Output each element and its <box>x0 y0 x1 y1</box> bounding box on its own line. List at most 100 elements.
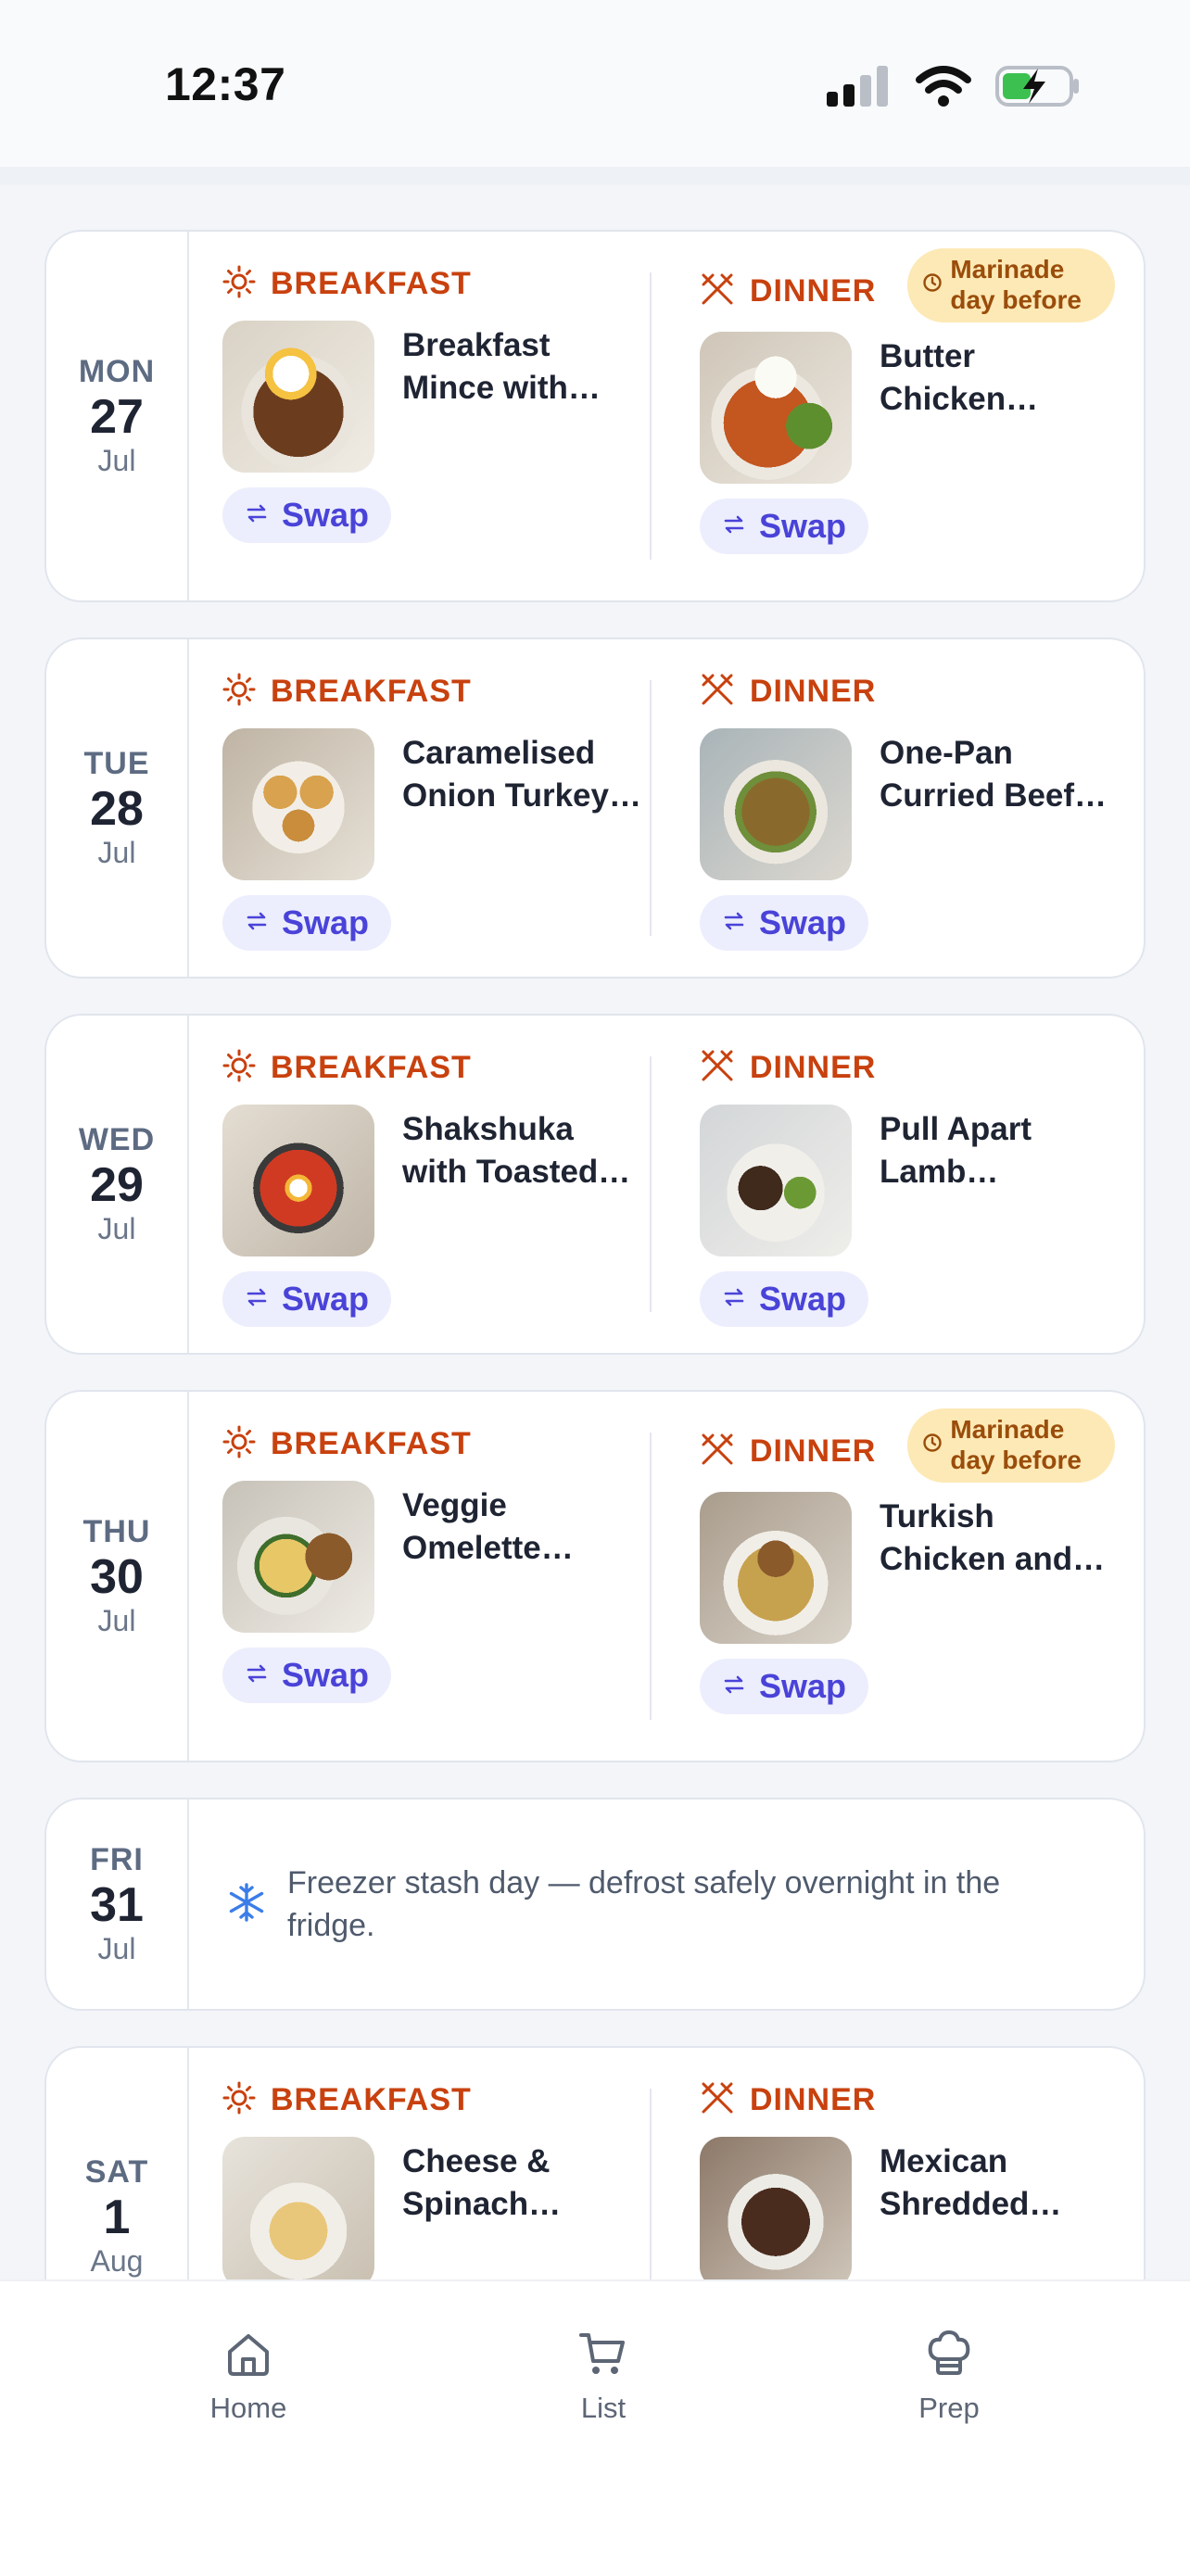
home-icon <box>222 2334 274 2383</box>
note-text: Freezer stash day — defrost safely overn… <box>287 1865 1001 1943</box>
swap-icon <box>722 1673 746 1701</box>
weekly-plan-list: MON 27 Jul BREAKFAST Breakfast Mince wit… <box>44 230 1146 2422</box>
header-separator <box>0 167 1190 185</box>
day-card: MON 27 Jul BREAKFAST Breakfast Mince wit… <box>44 230 1146 602</box>
recipe-thumbnail[interactable] <box>222 1105 374 1256</box>
swap-button[interactable]: Swap <box>700 1659 869 1714</box>
recipe-name[interactable]: Shakshuka with Toasted… <box>402 1108 643 1256</box>
utensils-icon <box>700 672 735 712</box>
day-card: TUE 28 Jul BREAKFAST Caramelised Onion T… <box>44 638 1146 979</box>
day-card: THU 30 Jul BREAKFAST Veggie Omelette… Sw… <box>44 1390 1146 1762</box>
recipe-thumbnail[interactable] <box>222 1481 374 1633</box>
tab-home[interactable]: Home <box>156 2328 341 2425</box>
tab-bar: Home List Prep <box>0 2279 1190 2576</box>
month: Jul <box>97 444 136 477</box>
sun-icon <box>222 2081 256 2119</box>
marinade-badge: Marinade day before <box>907 248 1116 322</box>
swap-icon <box>722 1285 746 1314</box>
swap-button[interactable]: Swap <box>700 1271 869 1327</box>
sun-icon <box>222 673 256 711</box>
recipe-name[interactable]: Veggie Omelette… <box>402 1484 643 1633</box>
day-of-week: SAT <box>84 2154 149 2190</box>
breakfast-slot: BREAKFAST Caramelised Onion Turkey… Swap <box>189 639 666 977</box>
wifi-icon <box>916 65 971 112</box>
swap-icon <box>722 909 746 938</box>
day-card: WED 29 Jul BREAKFAST Shakshuka with Toas… <box>44 1014 1146 1355</box>
tab-list[interactable]: List <box>511 2328 696 2425</box>
recipe-thumbnail[interactable] <box>700 1105 852 1256</box>
status-bar: 12:37 <box>0 0 1190 167</box>
swap-icon <box>245 909 269 938</box>
day-number: 1 <box>103 2191 131 2244</box>
recipe-thumbnail[interactable] <box>700 332 852 484</box>
dinner-slot: DINNER One-Pan Curried Beef… Swap <box>666 639 1144 977</box>
recipe-thumbnail[interactable] <box>700 1492 852 1644</box>
status-icons <box>827 65 1081 112</box>
meals: BREAKFAST Shakshuka with Toasted… Swap D… <box>189 1016 1144 1353</box>
cart-icon <box>577 2333 629 2383</box>
day-number: 31 <box>90 1878 144 1932</box>
meal-divider <box>650 680 652 936</box>
recipe-thumbnail[interactable] <box>700 728 852 880</box>
day-number: 28 <box>90 782 144 836</box>
meal-label: DINNER <box>750 673 877 709</box>
tab-label: Home <box>209 2392 287 2424</box>
meals: BREAKFAST Caramelised Onion Turkey… Swap <box>189 639 1144 977</box>
month: Jul <box>97 1932 136 1965</box>
meal-label: DINNER <box>750 1049 877 1085</box>
month: Jul <box>97 836 136 869</box>
chef-hat-icon <box>923 2330 975 2383</box>
meals: BREAKFAST Veggie Omelette… Swap DINNER M… <box>189 1392 1144 1761</box>
recipe-thumbnail[interactable] <box>222 2137 374 2289</box>
date-column: FRI 31 Jul <box>46 1799 189 2009</box>
swap-icon <box>245 501 269 530</box>
date-column: MON 27 Jul <box>46 232 189 600</box>
date-column: THU 30 Jul <box>46 1392 189 1761</box>
freezer-note: Freezer stash day — defrost safely overn… <box>189 1799 1121 2009</box>
day-of-week: FRI <box>90 1842 144 1877</box>
month: Jul <box>97 1604 136 1637</box>
swap-button[interactable]: Swap <box>700 895 869 951</box>
swap-button[interactable]: Swap <box>222 1648 392 1703</box>
recipe-thumbnail[interactable] <box>222 321 374 473</box>
meal-divider <box>650 1056 652 1312</box>
dinner-slot: DINNER Marinade day before Butter Chicke… <box>666 232 1144 600</box>
recipe-name[interactable]: Butter Chicken… <box>880 335 1120 484</box>
tab-label: List <box>580 2392 627 2424</box>
swap-icon <box>722 512 746 541</box>
signal-icon <box>827 66 892 111</box>
utensils-icon <box>700 1432 735 1471</box>
meal-label: BREAKFAST <box>271 1425 472 1461</box>
recipe-name[interactable]: One-Pan Curried Beef… <box>880 732 1120 880</box>
recipe-name[interactable]: Breakfast Mince with… <box>402 324 643 473</box>
meal-label: BREAKFAST <box>271 673 472 709</box>
marinade-badge: Marinade day before <box>907 1408 1116 1483</box>
swap-button[interactable]: Swap <box>700 499 869 554</box>
tab-prep[interactable]: Prep <box>856 2328 1042 2425</box>
meal-label: BREAKFAST <box>271 2081 472 2117</box>
swap-button[interactable]: Swap <box>222 895 392 951</box>
clock-icon <box>922 1433 943 1458</box>
recipe-thumbnail[interactable] <box>700 2137 852 2289</box>
meal-label: DINNER <box>750 272 877 309</box>
sun-icon <box>222 265 256 303</box>
breakfast-slot: BREAKFAST Shakshuka with Toasted… Swap <box>189 1016 666 1353</box>
day-number: 27 <box>90 390 144 444</box>
recipe-name[interactable]: Pull Apart Lamb… <box>880 1108 1120 1256</box>
utensils-icon <box>700 2080 735 2120</box>
recipe-name[interactable]: Mexican Shredded… <box>880 2140 1120 2289</box>
meal-label: BREAKFAST <box>271 265 472 301</box>
day-of-week: TUE <box>83 746 150 781</box>
recipe-thumbnail[interactable] <box>222 728 374 880</box>
meal-divider <box>650 1433 652 1720</box>
swap-button[interactable]: Swap <box>222 1271 392 1327</box>
recipe-name[interactable]: Turkish Chicken and… <box>880 1496 1120 1644</box>
recipe-name[interactable]: Caramelised Onion Turkey… <box>402 732 643 880</box>
sun-icon <box>222 1049 256 1087</box>
day-of-week: THU <box>82 1514 151 1549</box>
recipe-name[interactable]: Cheese & Spinach… <box>402 2140 643 2289</box>
date-column: WED 29 Jul <box>46 1016 189 1353</box>
swap-button[interactable]: Swap <box>222 487 392 543</box>
clock-icon <box>922 272 943 297</box>
meal-label: DINNER <box>750 1433 877 1469</box>
